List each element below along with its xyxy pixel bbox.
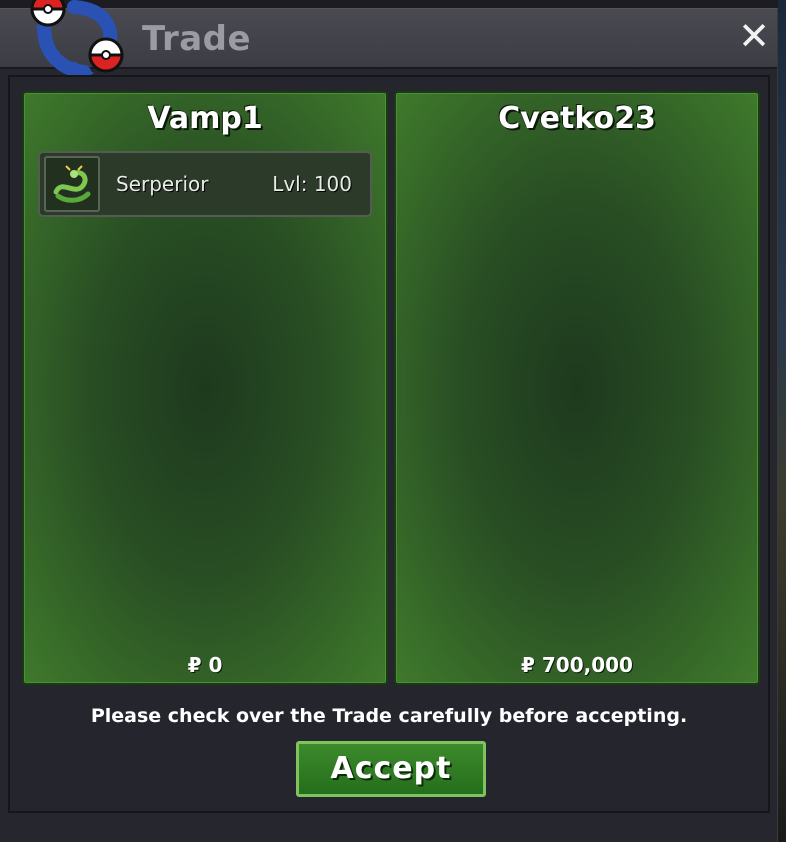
accept-button[interactable]: Accept (296, 741, 486, 797)
trade-logo-icon (30, 0, 124, 85)
offer-panel-left: Vamp1 Serperior Lvl: 100 ₽ 0 (22, 91, 388, 685)
trade-window: Trade ✕ Vamp1 Serperior Lvl: 100 ₽ 0 Cve… (0, 0, 778, 842)
player-name-left: Vamp1 (147, 101, 263, 136)
player-name-right: Cvetko23 (498, 101, 656, 136)
window-title: Trade (142, 19, 252, 59)
pokemon-icon-frame (44, 156, 100, 212)
trade-notice: Please check over the Trade carefully be… (90, 705, 688, 727)
pokemon-level: Lvl: 100 (272, 172, 352, 196)
pokemon-slot[interactable]: Serperior Lvl: 100 (38, 151, 372, 217)
background-strip (778, 0, 786, 842)
trade-content: Vamp1 Serperior Lvl: 100 ₽ 0 Cvetko23 ₽ … (8, 75, 770, 813)
close-button[interactable]: ✕ (736, 13, 772, 59)
serperior-icon (53, 165, 91, 203)
pokemon-name: Serperior (116, 172, 209, 196)
offer-panel-right: Cvetko23 ₽ 700,000 (394, 91, 760, 685)
money-offer-left: ₽ 0 (187, 653, 223, 677)
money-offer-right: ₽ 700,000 (521, 653, 633, 677)
